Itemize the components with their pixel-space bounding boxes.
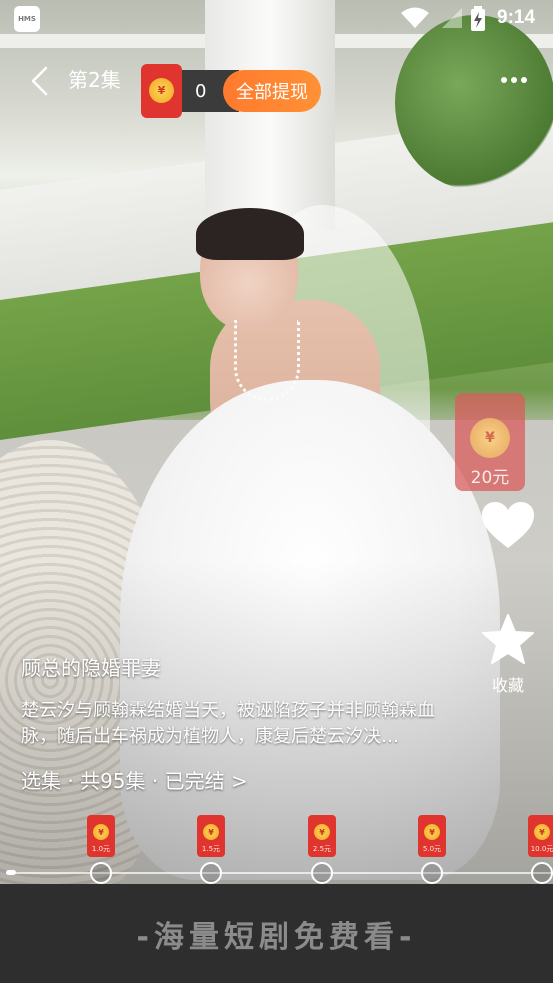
red-packet-icon: ¥1.0元: [87, 815, 115, 857]
coin-icon: ¥: [424, 824, 440, 840]
coin-icon: ¥: [534, 824, 550, 840]
coin-icon: ¥: [314, 824, 330, 840]
milestone-node: [90, 862, 112, 884]
signal-icon: [442, 8, 462, 28]
hms-app-badge: HMS: [14, 6, 40, 32]
battery-charging-icon: [471, 6, 485, 31]
milestone-node: [531, 862, 553, 884]
milestone-node: [311, 862, 333, 884]
milestone-amount: 2.5元: [312, 845, 332, 853]
episode-title: 第2集: [68, 68, 121, 92]
milestone-amount: 1.0元: [91, 845, 111, 853]
star-icon: [482, 614, 534, 664]
milestone-amount: 5.0元: [422, 845, 442, 853]
favorite-button[interactable]: 收藏: [478, 612, 538, 695]
promo-banner[interactable]: -海量短剧免费看-: [0, 884, 553, 983]
back-arrow-icon[interactable]: [28, 64, 52, 98]
video-scene-bush: [395, 15, 553, 190]
wifi-icon: [401, 7, 429, 28]
reward-pill: 0 ¥ 全部提现: [141, 64, 321, 118]
reward-milestone[interactable]: ¥1.5元: [196, 815, 226, 884]
coin-icon: ¥: [93, 824, 109, 840]
episode-list-link[interactable]: 选集 · 共95集 · 已完结 >: [21, 765, 248, 794]
red-packet-icon: ¥10.0元: [528, 815, 553, 857]
banner-text: -海量短剧免费看-: [136, 919, 417, 955]
coin-icon: ¥: [149, 78, 174, 103]
reward-milestone[interactable]: ¥2.5元: [307, 815, 337, 884]
red-packet-icon: ¥: [141, 64, 182, 118]
video-scene-hair: [196, 208, 304, 260]
progress-track[interactable]: [6, 872, 553, 874]
reward-milestone[interactable]: ¥10.0元: [527, 815, 553, 884]
red-packet-icon: ¥2.5元: [308, 815, 336, 857]
favorite-label: 收藏: [491, 676, 524, 695]
red-packet-reward-button[interactable]: ¥ 20元: [455, 393, 525, 491]
status-bar: HMS 9:14: [0, 0, 553, 38]
status-time: 9:14: [497, 7, 536, 28]
video-scene-necklace: [234, 320, 300, 401]
coin-icon: ¥: [203, 824, 219, 840]
reward-milestone[interactable]: ¥1.0元: [86, 815, 116, 884]
coin-icon: ¥: [470, 418, 510, 458]
red-packet-icon: ¥5.0元: [418, 815, 446, 857]
milestone-amount: 1.5元: [201, 845, 221, 853]
milestone-amount: 10.0元: [530, 845, 553, 853]
more-options-icon[interactable]: [500, 72, 528, 88]
milestone-node: [200, 862, 222, 884]
red-packet-icon: ¥1.5元: [197, 815, 225, 857]
withdraw-all-button[interactable]: 全部提现: [223, 70, 321, 112]
milestone-node: [421, 862, 443, 884]
reward-milestone[interactable]: ¥5.0元: [417, 815, 447, 884]
reward-amount: 20元: [470, 468, 510, 488]
progress-fill: [6, 870, 16, 875]
drama-description: 楚云汐与顾翰霖结婚当天，被诬陷孩子并非顾翰霖血脉，随后出车祸成为植物人，康复后楚…: [21, 700, 435, 747]
drama-title: 顾总的隐婚罪妻: [21, 656, 161, 680]
like-heart-icon[interactable]: [480, 500, 536, 552]
